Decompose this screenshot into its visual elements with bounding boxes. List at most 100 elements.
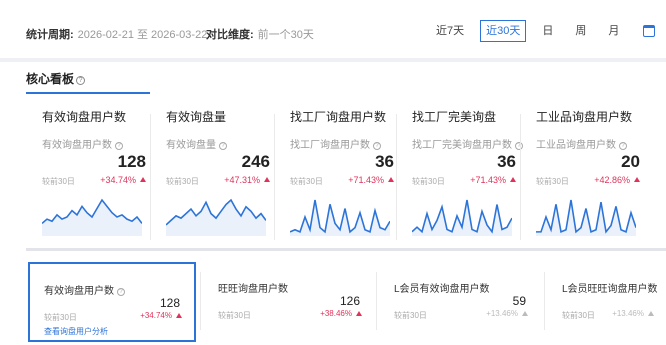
summary-card[interactable]: 旺旺询盘用户数 126 较前30日 +38.46% (204, 262, 374, 342)
summary-card-title: 有效询盘用户数? (44, 282, 125, 297)
metric-card-change: +47.31% (224, 175, 260, 185)
help-icon[interactable]: ? (115, 142, 123, 150)
metric-card-subtitle-text: 有效询盘量 (166, 140, 216, 151)
metric-card-change: +71.43% (348, 175, 384, 185)
filter-bar: 统计周期: 2026-02-21 至 2026-03-22 对比维度: 前一个30天… (0, 0, 666, 58)
metric-card-change: +42.86% (594, 175, 630, 185)
sparkline-chart (290, 199, 390, 236)
up-arrow-icon (140, 177, 146, 182)
card-divider (544, 272, 545, 330)
compare-value[interactable]: 前一个30天 (258, 29, 314, 41)
metric-card-compare-label: 较前30日 (412, 177, 445, 186)
metric-card-subtitle-text: 找工厂询盘用户数 (290, 140, 370, 151)
sparkline-chart (166, 198, 266, 236)
up-arrow-icon (510, 177, 516, 182)
metric-card-title: 有效询盘量 (166, 110, 227, 124)
summary-card-value: 128 (159, 296, 180, 310)
help-icon[interactable]: ? (76, 76, 86, 85)
up-arrow-icon (634, 177, 640, 182)
core-dashboard-panel: 核心看板? 有效询盘用户数 有效询盘用户数? 128 较前30日 +34.74% 有效询盘… (0, 62, 666, 345)
summary-card-title: L会员旺旺询盘用户数 (562, 280, 658, 295)
range-tab-day[interactable]: 日 (536, 20, 559, 42)
metric-card-value: 36 (497, 152, 516, 171)
range-tabs: 近7天 近30天 日 周 月 (430, 20, 656, 42)
metric-card-change: +34.74% (100, 175, 136, 185)
period-label: 统计周期: (26, 29, 74, 41)
metric-card-title: 找工厂询盘用户数 (290, 110, 387, 124)
metric-card[interactable]: 工业品询盘用户数 工业品询盘用户数? 20 较前30日 +42.86% (522, 102, 646, 252)
metric-card-value: 128 (117, 152, 146, 171)
metric-card-subtitle: 找工厂询盘用户数? (290, 136, 381, 151)
summary-card-title: L会员有效询盘用户数 (394, 280, 490, 295)
summary-card-change: +38.46% (320, 309, 352, 318)
metric-card-title: 有效询盘用户数 (42, 110, 127, 124)
range-tab-30d[interactable]: 近30天 (480, 20, 527, 42)
section-title: 核心看板? (26, 70, 86, 87)
sparkline-chart (536, 199, 636, 236)
card-divider (274, 114, 275, 240)
up-arrow-icon (264, 177, 270, 182)
range-tab-7d[interactable]: 近7天 (430, 20, 470, 42)
metric-card-title: 找工厂完美询盘 (412, 110, 497, 124)
summary-card-compare-label: 较前30日 (44, 313, 77, 322)
card-divider (150, 114, 151, 240)
metric-card-value: 36 (375, 152, 394, 171)
metric-card[interactable]: 有效询盘量 有效询盘量? 246 较前30日 +47.31% (152, 102, 276, 252)
metric-card-compare-label: 较前30日 (42, 177, 75, 186)
card-divider (396, 114, 397, 240)
summary-card-value: 59 (512, 294, 526, 308)
period-value[interactable]: 2026-02-21 至 2026-03-22 (78, 29, 208, 41)
summary-card-title-text: 旺旺询盘用户数 (218, 284, 288, 295)
summary-card-title-text: 有效询盘用户数 (44, 286, 114, 297)
up-arrow-icon (176, 313, 182, 318)
help-icon[interactable]: ? (373, 142, 381, 150)
metric-card-subtitle-text: 工业品询盘用户数 (536, 140, 616, 151)
metric-card-change: +71.43% (470, 175, 506, 185)
summary-card-change: +34.74% (140, 311, 172, 320)
summary-card-title-text: L会员有效询盘用户数 (394, 284, 490, 295)
section-title-text: 核心看板 (26, 72, 75, 86)
help-icon[interactable]: ? (619, 142, 627, 150)
help-icon[interactable]: ? (117, 288, 125, 296)
metric-card-title: 工业品询盘用户数 (536, 110, 633, 124)
card-divider (200, 272, 201, 330)
summary-card[interactable]: L会员有效询盘用户数 59 较前30日 +13.46% (380, 262, 540, 342)
help-icon[interactable]: ? (219, 142, 227, 150)
metric-card-subtitle: 有效询盘用户数? (42, 136, 123, 151)
range-tab-week[interactable]: 周 (569, 20, 592, 42)
summary-card-compare-label: 较前30日 (562, 311, 595, 320)
summary-card-change: +13.46% (486, 309, 518, 318)
metric-card-value: 246 (241, 152, 270, 171)
view-user-analysis-link[interactable]: 查看询盘用户分析 (44, 326, 108, 337)
metric-card-subtitle-text: 有效询盘用户数 (42, 140, 112, 151)
period-filter[interactable]: 统计周期: 2026-02-21 至 2026-03-22 (26, 26, 207, 42)
up-arrow-icon (522, 311, 528, 316)
metric-card-subtitle: 有效询盘量? (166, 136, 227, 151)
metric-card[interactable]: 有效询盘用户数 有效询盘用户数? 128 较前30日 +34.74% (28, 102, 152, 252)
range-tab-month[interactable]: 月 (602, 20, 625, 42)
metric-card-compare-label: 较前30日 (290, 177, 323, 186)
card-divider (520, 114, 521, 240)
summary-card[interactable]: 有效询盘用户数? 128 较前30日 +34.74% 查看询盘用户分析 (28, 262, 196, 342)
metric-card-subtitle: 工业品询盘用户数? (536, 136, 627, 151)
compare-filter[interactable]: 对比维度: 前一个30天 (206, 26, 314, 42)
summary-card-value: 126 (339, 294, 360, 308)
summary-card-compare-label: 较前30日 (394, 311, 427, 320)
metric-card-subtitle-text: 找工厂完美询盘用户数 (412, 140, 512, 151)
metric-card[interactable]: 找工厂询盘用户数 找工厂询盘用户数? 36 较前30日 +71.43% (276, 102, 400, 252)
metric-card-compare-label: 较前30日 (166, 177, 199, 186)
sparkline-chart (42, 198, 142, 236)
metric-card[interactable]: 找工厂完美询盘找工厂完美询盘用户数? 36 较前30日 +71.43% (398, 102, 523, 252)
summary-card-compare-label: 较前30日 (218, 311, 251, 320)
summary-card-title-text: L会员旺旺询盘用户数 (562, 284, 658, 295)
metric-card-compare-label: 较前30日 (536, 177, 569, 186)
section-separator (26, 248, 666, 251)
calendar-icon[interactable] (643, 25, 656, 37)
summary-card[interactable]: L会员旺旺询盘用户数 较前30日 +13.46% (548, 262, 666, 342)
up-arrow-icon (388, 177, 394, 182)
compare-label: 对比维度: (206, 29, 254, 41)
metric-card-value: 20 (621, 152, 640, 171)
section-title-underline (26, 92, 150, 94)
metric-card-subtitle: 找工厂完美询盘用户数? (412, 136, 523, 151)
card-divider (376, 272, 377, 330)
